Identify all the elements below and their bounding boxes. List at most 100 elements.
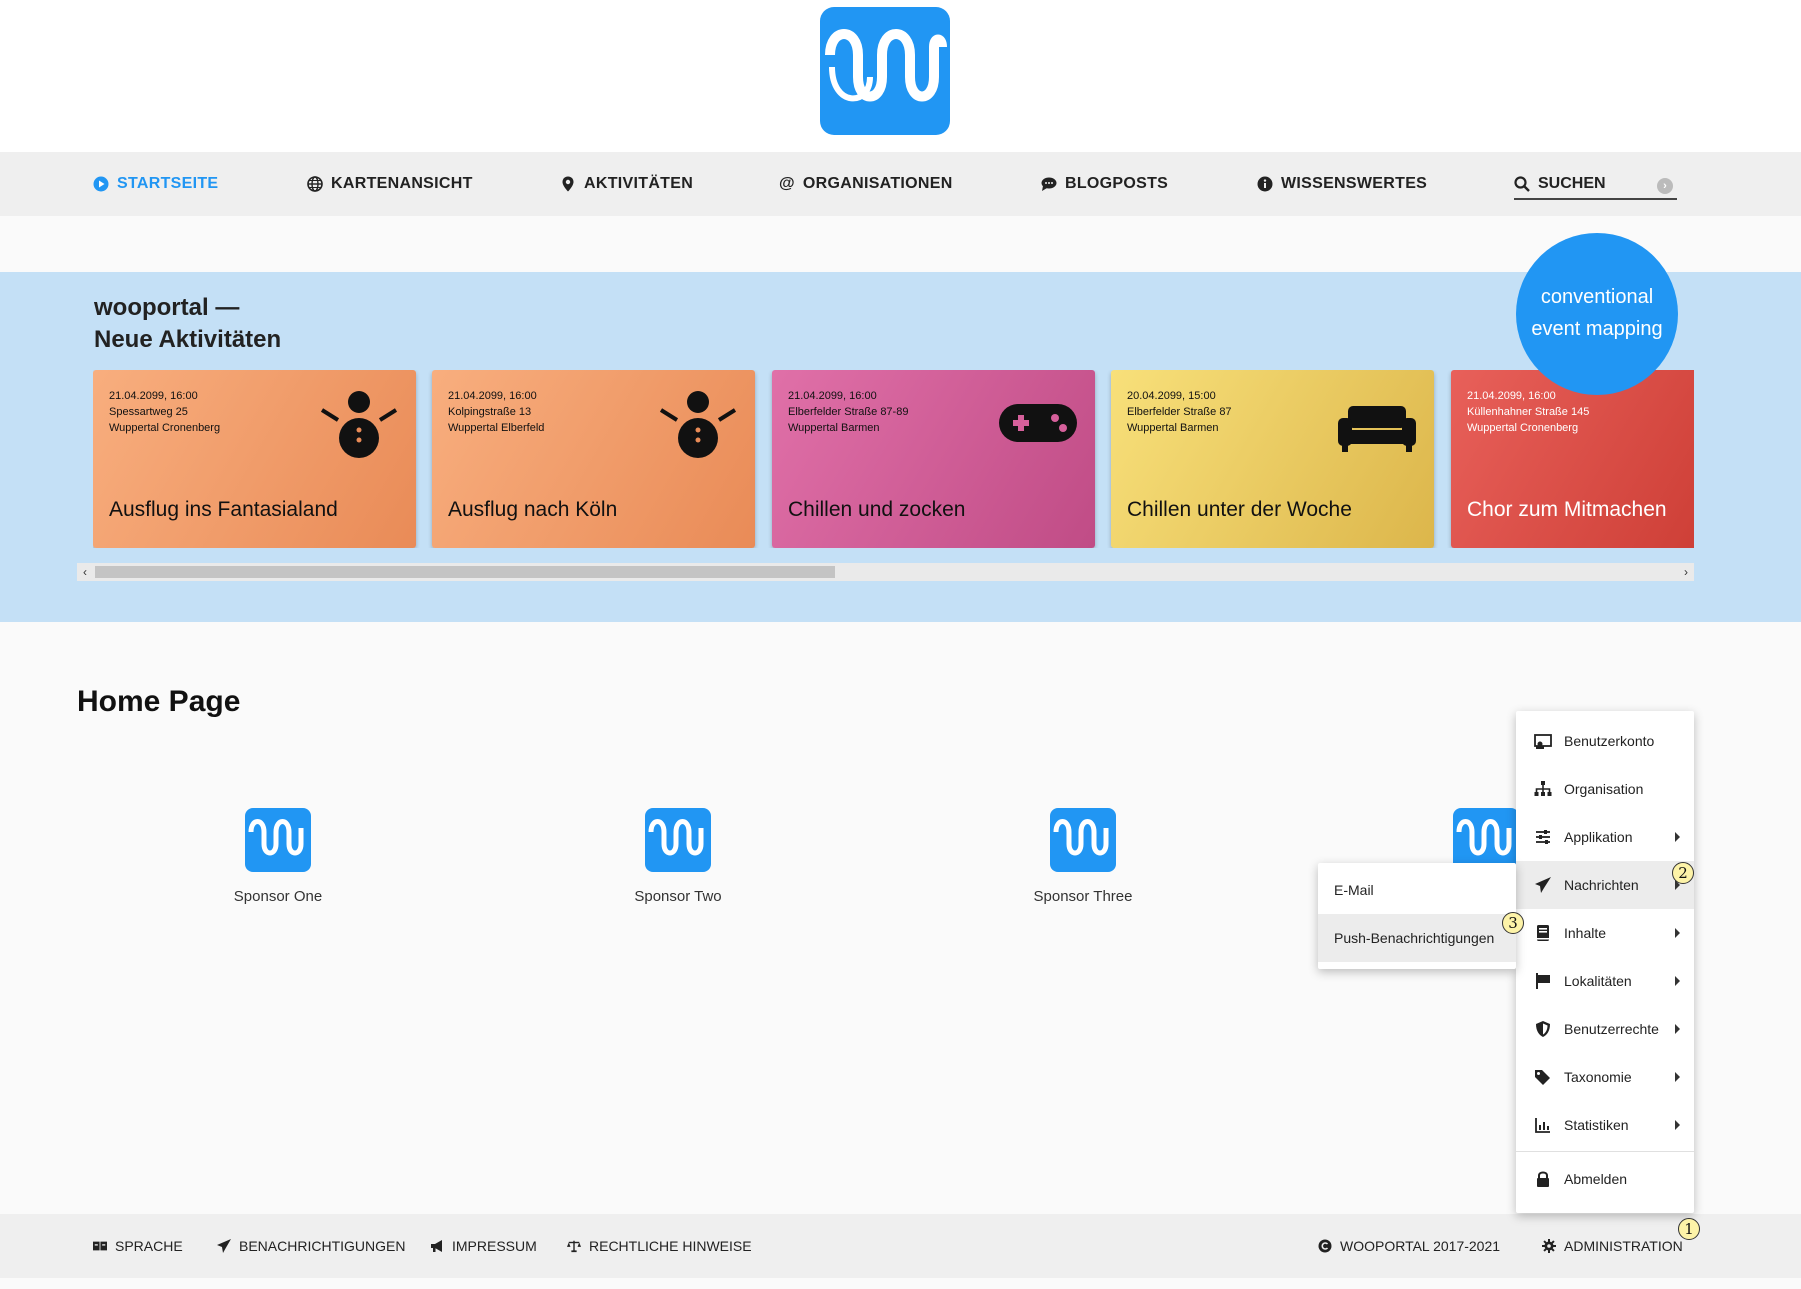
footer: SPRACHE BENACHRICHTIGUNGEN IMPRESSUM REC… — [0, 1214, 1801, 1278]
footer-rechtliche-hinweise-link[interactable]: RECHTLICHE HINWEISE — [567, 1214, 752, 1278]
activity-meta: 21.04.2099, 16:00 Elberfelder Straße 87-… — [788, 388, 908, 436]
scrollbar-thumb[interactable] — [95, 566, 835, 578]
menu-item-benutzerkonto[interactable]: Benutzerkonto — [1516, 717, 1694, 765]
nav-item-wissenswertes[interactable]: WISSENSWERTES — [1257, 152, 1427, 216]
menu-item-abmelden[interactable]: Abmelden — [1516, 1155, 1694, 1203]
nav-item-blogposts[interactable]: BLOGPOSTS — [1041, 152, 1168, 216]
nav-item-label: BLOGPOSTS — [1065, 175, 1169, 192]
nachrichten-submenu: E-Mail Push-Benachrichtigungen — [1318, 863, 1516, 969]
footer-administration-link[interactable]: ADMINISTRATION — [1542, 1214, 1683, 1278]
nav-item-label: WISSENSWERTES — [1281, 175, 1428, 192]
menu-item-label: Inhalte — [1564, 925, 1607, 941]
activity-street: Kolpingstraße 13 — [448, 406, 532, 418]
logo-header — [0, 0, 1801, 152]
nav-item-label: STARTSEITE — [117, 175, 219, 192]
activity-district: Wuppertal Elberfeld — [448, 422, 545, 434]
menu-item-label: Nachrichten — [1564, 877, 1639, 893]
activity-card[interactable]: 21.04.2099, 16:00 Kolpingstraße 13 Wuppe… — [432, 370, 755, 548]
footer-copyright[interactable]: WOOPORTAL 2017-2021 — [1318, 1214, 1500, 1278]
nav-item-startseite[interactable]: STARTSEITE — [93, 152, 218, 216]
activity-card[interactable]: 20.04.2099, 15:00 Elberfelder Straße 87 … — [1111, 370, 1434, 548]
sponsor-item[interactable] — [1003, 808, 1163, 872]
nav-item-organisationen[interactable]: @ ORGANISATIONEN — [779, 152, 953, 216]
footer-label: RECHTLICHE HINWEISE — [589, 1238, 752, 1254]
bubble-line2: event mapping — [1531, 318, 1663, 340]
footer-benachrichtigungen-link[interactable]: BENACHRICHTIGUNGEN — [217, 1214, 405, 1278]
paper-plane-icon — [217, 1239, 231, 1253]
nav-item-aktivitaeten[interactable]: AKTIVITÄTEN — [560, 152, 693, 216]
menu-item-organisation[interactable]: Organisation — [1516, 765, 1694, 813]
comment-icon — [1041, 177, 1057, 191]
menu-item-benutzerrechte[interactable]: Benutzerrechte — [1516, 1005, 1694, 1053]
sponsor-name: Sponsor Three — [1033, 888, 1133, 905]
caret-right-icon — [1675, 928, 1680, 938]
map-marker-icon — [562, 176, 574, 192]
activity-district: Wuppertal Cronenberg — [1467, 422, 1579, 434]
activity-date: 21.04.2099, 16:00 — [448, 390, 537, 402]
footer-sprache-link[interactable]: SPRACHE — [93, 1214, 183, 1278]
activity-date: 21.04.2099, 16:00 — [788, 390, 877, 402]
menu-item-taxonomie[interactable]: Taxonomie — [1516, 1053, 1694, 1101]
menu-item-applikation[interactable]: Applikation — [1516, 813, 1694, 861]
activity-meta: 20.04.2099, 15:00 Elberfelder Straße 87 … — [1127, 388, 1232, 436]
menu-item-lokalitaeten[interactable]: Lokalitäten — [1516, 957, 1694, 1005]
menu-item-label: Applikation — [1564, 829, 1633, 845]
administration-menu: Benutzerkonto Organisation Applikation N… — [1516, 711, 1694, 1213]
menu-item-label: Taxonomie — [1564, 1069, 1632, 1085]
activity-card[interactable]: 21.04.2099, 16:00 Spessartweg 25 Wuppert… — [93, 370, 416, 548]
activity-street: Elberfelder Straße 87-89 — [788, 406, 909, 418]
step-badge: 3 — [1502, 912, 1524, 934]
wooportal-logo[interactable] — [820, 7, 950, 135]
step-badge: 1 — [1678, 1218, 1700, 1240]
nav-item-label: AKTIVITÄTEN — [584, 175, 694, 192]
caret-right-icon — [1675, 1072, 1680, 1082]
sponsor-item[interactable]: Sponsor Two — [598, 808, 758, 905]
menu-divider — [1516, 1151, 1694, 1152]
scroll-right-icon[interactable]: › — [1678, 563, 1694, 581]
sponsor-item[interactable]: Sponsor One — [198, 808, 358, 905]
flag-icon — [1536, 973, 1550, 989]
activity-card[interactable]: 21.04.2099, 16:00 Küllenhahner Straße 14… — [1451, 370, 1694, 548]
gear-icon — [1542, 1239, 1556, 1253]
play-circle-icon — [93, 176, 109, 192]
sponsor-logo — [245, 808, 311, 872]
info-circle-icon — [1257, 176, 1273, 192]
activity-street: Elberfelder Straße 87 — [1127, 406, 1232, 418]
sponsor-logo — [645, 808, 711, 872]
activity-card[interactable]: 21.04.2099, 16:00 Elberfelder Straße 87-… — [772, 370, 1095, 548]
carousel-scrollbar[interactable]: ‹ › — [77, 563, 1694, 581]
menu-item-statistiken[interactable]: Statistiken — [1516, 1101, 1694, 1149]
activity-meta: 21.04.2099, 16:00 Küllenhahner Straße 14… — [1467, 388, 1589, 436]
nav-item-label: ORGANISATIONEN — [802, 175, 953, 192]
book-icon — [1537, 925, 1549, 941]
step-badge: 2 — [1672, 862, 1694, 884]
sliders-icon — [1536, 830, 1550, 844]
nav-item-kartenansicht[interactable]: KARTENANSICHT — [307, 152, 473, 216]
menu-item-nachrichten[interactable]: Nachrichten — [1516, 861, 1694, 909]
sitemap-icon — [1534, 781, 1552, 796]
scroll-left-icon[interactable]: ‹ — [77, 563, 93, 581]
user-card-icon — [1534, 734, 1552, 749]
main-navigation: STARTSEITE KARTENANSICHT AKTIVITÄTEN @ O… — [0, 152, 1801, 216]
lock-icon — [1537, 1171, 1549, 1187]
footer-label: WOOPORTAL 2017-2021 — [1340, 1238, 1501, 1254]
submenu-item-email[interactable]: E-Mail — [1318, 866, 1516, 914]
footer-impressum-link[interactable]: IMPRESSUM — [430, 1214, 537, 1278]
activity-meta: 21.04.2099, 16:00 Kolpingstraße 13 Wuppe… — [448, 388, 544, 436]
conventional-event-mapping-button[interactable]: conventional event mapping — [1516, 233, 1678, 395]
caret-right-icon — [1675, 832, 1680, 842]
activity-title: Ausflug ins Fantasialand — [109, 498, 338, 521]
bar-chart-icon — [1535, 1118, 1550, 1133]
clear-search-icon[interactable]: › — [1657, 178, 1673, 194]
search-field[interactable]: SUCHEN › — [1514, 170, 1677, 200]
activity-title: Chillen und zocken — [788, 498, 966, 521]
activity-district: Wuppertal Cronenberg — [109, 422, 221, 434]
menu-item-inhalte[interactable]: Inhalte — [1516, 909, 1694, 957]
activity-carousel: 21.04.2099, 16:00 Spessartweg 25 Wuppert… — [93, 370, 1694, 548]
activity-title: Chillen unter der Woche — [1127, 498, 1352, 521]
menu-item-label: Abmelden — [1564, 1171, 1628, 1187]
submenu-item-push-benachrichtigungen[interactable]: Push-Benachrichtigungen — [1318, 914, 1516, 962]
couch-icon — [1338, 406, 1416, 452]
activities-title-line2: Neue Aktivitäten — [94, 326, 282, 353]
footer-label: SPRACHE — [115, 1238, 183, 1254]
